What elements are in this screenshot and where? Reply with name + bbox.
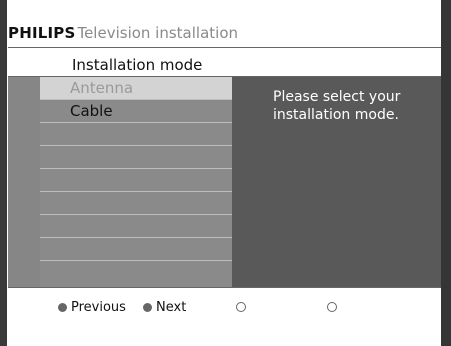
list-item[interactable]: [40, 215, 232, 238]
green-dot-icon: [143, 302, 152, 312]
list-item[interactable]: [40, 192, 232, 215]
blue-dot-icon: [327, 302, 337, 312]
header-title: Television installation: [77, 24, 239, 42]
list-item[interactable]: [40, 146, 232, 169]
tv-installation-screen: PHILIPS Television installation Installa…: [0, 0, 451, 346]
list-item[interactable]: [40, 238, 232, 261]
next-label: Next: [156, 299, 187, 315]
option-label: Antenna: [70, 79, 134, 97]
blue-button[interactable]: [327, 298, 341, 316]
footer-divider: [8, 287, 441, 288]
left-padding-block: [8, 77, 40, 287]
header-divider: [8, 47, 441, 48]
previous-label: Previous: [71, 299, 126, 315]
brand-logo: PHILIPS: [8, 24, 76, 42]
info-panel: Please select your installation mode.: [232, 77, 441, 287]
options-list: Antenna Cable: [40, 77, 232, 287]
info-message: Please select your installation mode.: [273, 89, 401, 123]
option-antenna[interactable]: Antenna: [40, 77, 232, 100]
next-button[interactable]: Next: [143, 298, 186, 316]
section-title: Installation mode: [72, 56, 203, 74]
yellow-dot-icon: [236, 302, 246, 312]
red-dot-icon: [58, 302, 67, 312]
yellow-button[interactable]: [236, 298, 250, 316]
option-cable[interactable]: Cable: [40, 100, 232, 123]
previous-button[interactable]: Previous: [58, 298, 126, 316]
list-item[interactable]: [40, 169, 232, 192]
left-edge-bar: [0, 0, 7, 346]
list-item[interactable]: [40, 123, 232, 146]
option-label: Cable: [70, 102, 113, 120]
right-edge-bar: [441, 0, 451, 346]
header: PHILIPS Television installation: [8, 20, 238, 46]
